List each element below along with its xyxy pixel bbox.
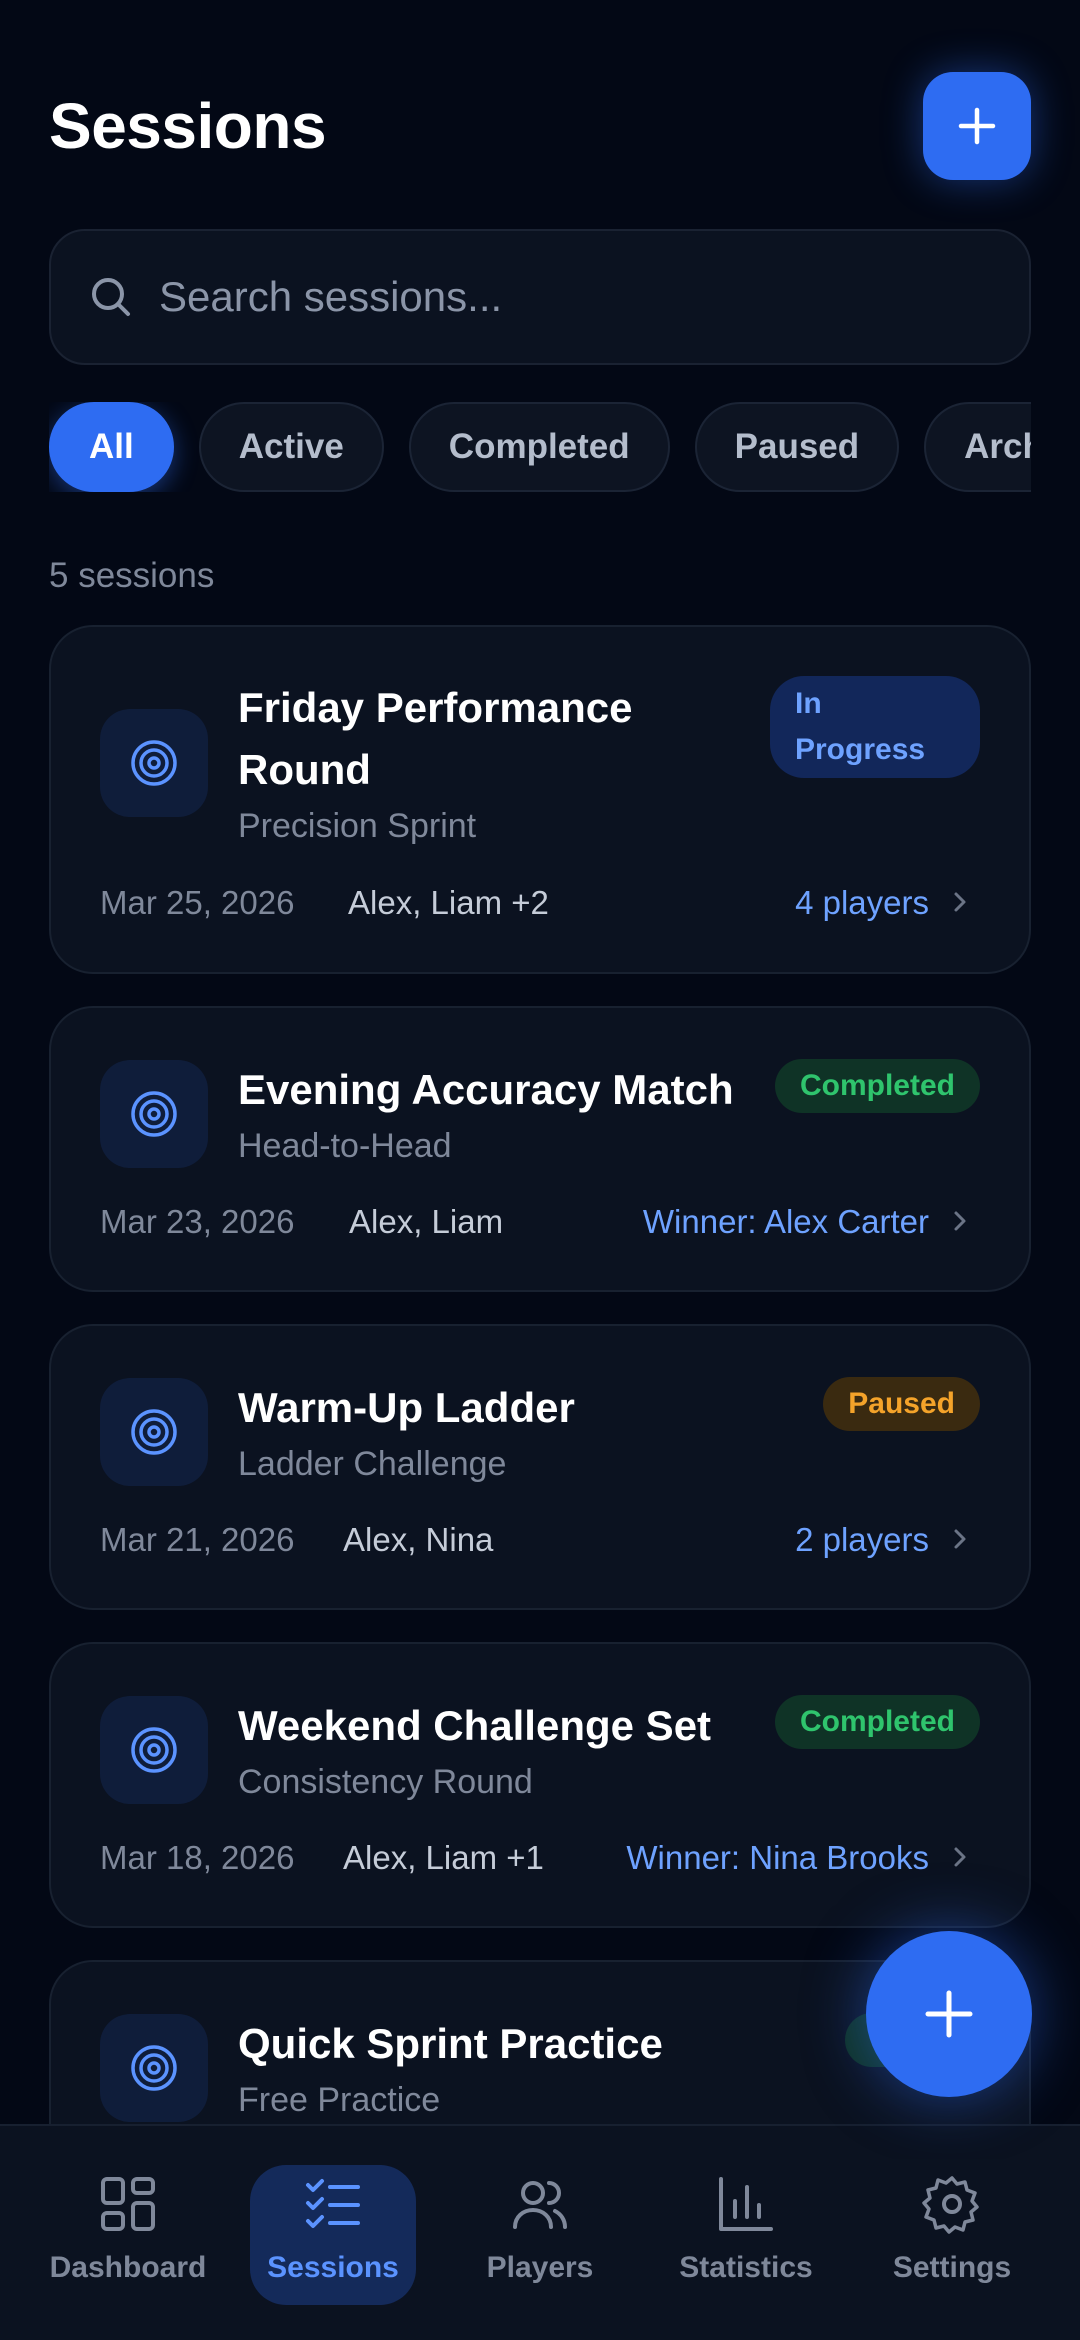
session-players: Alex, Liam bbox=[349, 1203, 504, 1240]
nav-item-sessions[interactable]: Sessions bbox=[250, 2165, 416, 2305]
nav-label: Settings bbox=[892, 2251, 1012, 2284]
session-meta: 4 players bbox=[795, 884, 929, 921]
dashboard-icon bbox=[101, 2177, 155, 2231]
session-type: Precision Sprint bbox=[238, 807, 477, 845]
filter-chip-active[interactable]: Active bbox=[198, 402, 384, 492]
users-icon bbox=[513, 2181, 567, 2229]
status-badge: Paused bbox=[823, 1377, 980, 1431]
target-icon bbox=[100, 1378, 208, 1486]
session-date: Mar 23, 2026 bbox=[100, 1203, 295, 1240]
nav-item-players[interactable]: Players bbox=[440, 2165, 640, 2305]
session-title: Friday Performance bbox=[238, 684, 633, 731]
search-icon bbox=[92, 278, 130, 316]
session-card[interactable]: Warm-Up Ladder Ladder Challenge Paused M… bbox=[49, 1324, 1031, 1610]
filter-chip-all[interactable]: All bbox=[49, 402, 174, 492]
page-title: Sessions bbox=[49, 90, 327, 162]
status-badge: In Progress bbox=[770, 676, 980, 778]
session-card[interactable]: Friday Performance Round Precision Sprin… bbox=[49, 625, 1031, 974]
nav-label: Players bbox=[486, 2251, 594, 2284]
floating-add-button[interactable] bbox=[866, 1931, 1032, 2097]
session-type: Consistency Round bbox=[238, 1763, 533, 1801]
session-players: Alex, Liam +2 bbox=[348, 884, 549, 921]
session-card[interactable]: Weekend Challenge Set Consistency Round … bbox=[49, 1642, 1031, 1928]
bottom-nav: Dashboard Sessions Players Statistics Se… bbox=[0, 2124, 1080, 2340]
session-meta: Winner: Nina Brooks bbox=[626, 1839, 929, 1876]
session-meta: 2 players bbox=[795, 1521, 929, 1558]
filter-chip-paused[interactable]: Paused bbox=[694, 402, 900, 492]
nav-label: Sessions bbox=[267, 2251, 399, 2284]
session-players: Alex, Nina bbox=[343, 1521, 494, 1558]
target-icon bbox=[100, 2014, 208, 2122]
target-icon bbox=[100, 1060, 208, 1168]
session-date: Mar 25, 2026 bbox=[100, 884, 295, 921]
add-session-button[interactable] bbox=[923, 72, 1031, 180]
session-type: Ladder Challenge bbox=[238, 1445, 507, 1483]
status-badge: Completed bbox=[774, 1695, 980, 1749]
nav-label: Statistics bbox=[679, 2251, 813, 2284]
session-title: Weekend Challenge Set bbox=[238, 1702, 712, 1749]
gear-icon bbox=[922, 2176, 979, 2234]
session-title: Warm-Up Ladder bbox=[238, 1384, 575, 1431]
session-meta: Winner: Alex Carter bbox=[642, 1203, 929, 1240]
session-type: Free Practice bbox=[238, 2081, 441, 2119]
session-date: Mar 21, 2026 bbox=[100, 1521, 295, 1558]
status-badge: Completed bbox=[774, 1059, 980, 1113]
chevron-right-icon bbox=[954, 1847, 966, 1867]
search-input[interactable] bbox=[159, 273, 1029, 321]
nav-item-dashboard[interactable]: Dashboard bbox=[28, 2165, 228, 2305]
filter-chips: All Active Completed Paused Arch bbox=[49, 402, 1031, 492]
session-players: Alex, Liam +1 bbox=[343, 1839, 544, 1876]
plus-icon bbox=[958, 107, 996, 145]
nav-label: Dashboard bbox=[49, 2251, 207, 2284]
chevron-right-icon bbox=[954, 1529, 966, 1549]
search-bar[interactable] bbox=[49, 229, 1031, 365]
session-title-line2: Round bbox=[238, 746, 371, 793]
nav-item-statistics[interactable]: Statistics bbox=[646, 2165, 846, 2305]
chevron-right-icon bbox=[954, 1211, 966, 1231]
session-title: Quick Sprint Practice bbox=[238, 2020, 663, 2067]
session-count: 5 sessions bbox=[49, 556, 215, 595]
bar-chart-icon bbox=[719, 2177, 773, 2231]
checklist-icon bbox=[306, 2179, 360, 2228]
status-badge-line1: In bbox=[795, 687, 822, 720]
session-type: Head-to-Head bbox=[238, 1127, 452, 1165]
nav-item-settings[interactable]: Settings bbox=[852, 2165, 1052, 2305]
session-date: Mar 18, 2026 bbox=[100, 1839, 295, 1876]
header: Sessions bbox=[49, 72, 1031, 180]
status-badge-line2: Progress bbox=[795, 733, 926, 766]
sessions-screen: Sessions All Active Completed Paused Arc… bbox=[0, 0, 1080, 2340]
session-card[interactable]: Evening Accuracy Match Head-to-Head Comp… bbox=[49, 1006, 1031, 1292]
session-title: Evening Accuracy Match bbox=[238, 1066, 734, 1113]
target-icon bbox=[100, 1696, 208, 1804]
chevron-right-icon bbox=[954, 892, 966, 912]
filter-chip-completed[interactable]: Completed bbox=[408, 402, 670, 492]
target-icon bbox=[100, 709, 208, 817]
filter-chip-archived[interactable]: Arch bbox=[924, 402, 1031, 492]
plus-icon bbox=[925, 1990, 973, 2038]
